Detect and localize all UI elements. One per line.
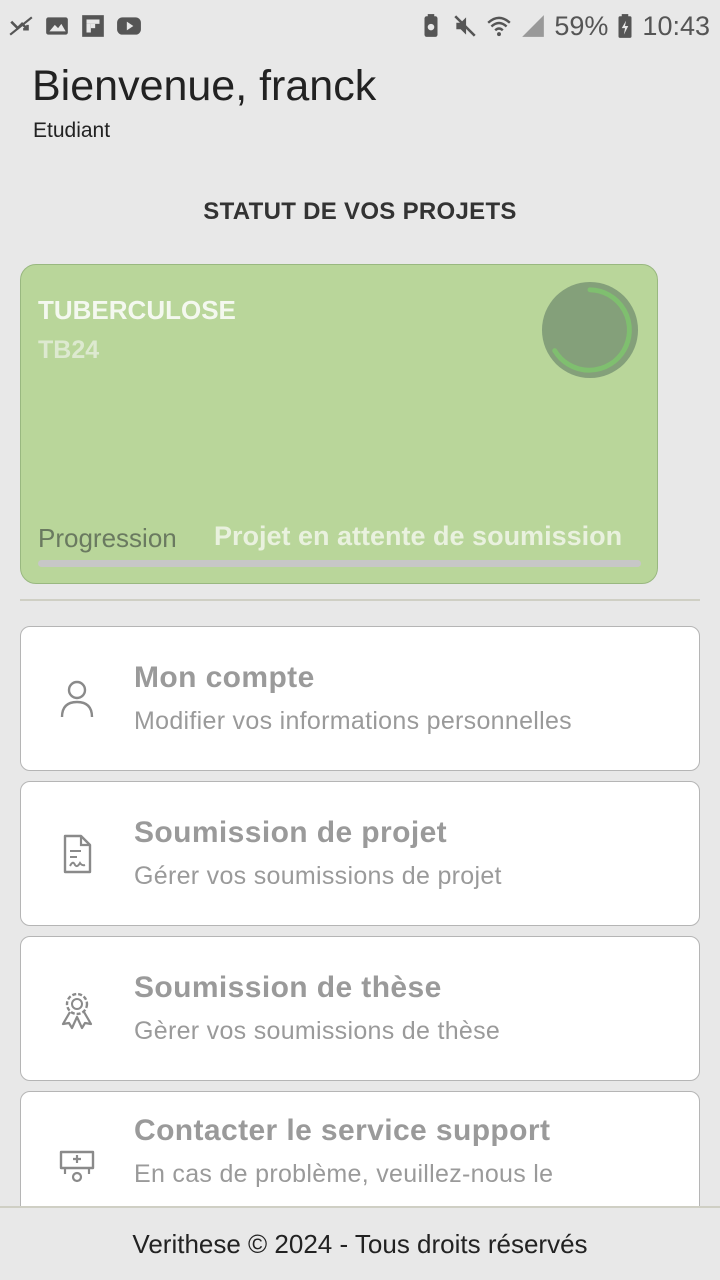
menu-title: Mon compte bbox=[134, 661, 315, 694]
menu-card-project-submission[interactable]: Soumission de projet Gérer vos soumissio… bbox=[20, 781, 700, 926]
progress-spinner-icon bbox=[541, 281, 639, 379]
clock: 10:43 bbox=[642, 10, 710, 41]
copyright-text: Verithese © 2024 - Tous droits réservés bbox=[132, 1228, 588, 1259]
menu-subtitle: Gèrer vos soumissions de thèse bbox=[134, 1017, 501, 1045]
project-name: TUBERCULOSE bbox=[38, 295, 236, 325]
battery-saver-icon bbox=[424, 14, 438, 37]
project-code: TB24 bbox=[38, 336, 100, 364]
support-icon bbox=[59, 1150, 95, 1183]
progress-label: Progression bbox=[38, 523, 177, 553]
section-divider bbox=[20, 599, 700, 601]
status-bar: 59% 10:43 bbox=[0, 0, 720, 52]
flipboard-icon bbox=[82, 15, 104, 37]
progress-bar bbox=[38, 560, 641, 567]
menu-card-account[interactable]: Mon compte Modifier vos informations per… bbox=[20, 626, 700, 771]
menu-card-thesis-submission[interactable]: Soumission de thèse Gèrer vos soumission… bbox=[20, 936, 700, 1081]
project-card[interactable]: TUBERCULOSE TB24 Progression Projet en a… bbox=[20, 264, 658, 584]
user-role: Etudiant bbox=[33, 119, 111, 142]
battery-percent: 59% bbox=[554, 10, 609, 41]
welcome-title: Bienvenue, franck bbox=[32, 62, 377, 110]
menu-title: Soumission de projet bbox=[134, 816, 448, 849]
user-icon bbox=[60, 680, 94, 718]
document-icon bbox=[63, 834, 92, 874]
menu-title: Contacter le service support bbox=[134, 1114, 551, 1147]
image-icon bbox=[46, 17, 68, 35]
menu-subtitle: En cas de problème, veuillez-nous le bbox=[134, 1160, 554, 1188]
status-bar-system: 59% 10:43 bbox=[418, 11, 710, 42]
menu-title: Soumission de thèse bbox=[134, 971, 442, 1004]
footer: Verithese © 2024 - Tous droits réservés bbox=[0, 1206, 720, 1280]
menu-subtitle: Gérer vos soumissions de projet bbox=[134, 862, 502, 890]
menu-subtitle: Modifier vos informations personnelles bbox=[134, 707, 572, 735]
projects-section-title: STATUT DE VOS PROJETS bbox=[203, 198, 517, 225]
signal-icon bbox=[522, 15, 545, 37]
award-icon bbox=[61, 992, 93, 1030]
missed-call-icon bbox=[9, 16, 33, 36]
wifi-icon bbox=[487, 16, 512, 37]
status-bar-notifications bbox=[8, 13, 142, 39]
mute-icon bbox=[454, 15, 477, 37]
youtube-icon bbox=[117, 17, 141, 35]
battery-icon bbox=[618, 14, 632, 38]
project-status: Projet en attente de soumission bbox=[214, 521, 623, 551]
